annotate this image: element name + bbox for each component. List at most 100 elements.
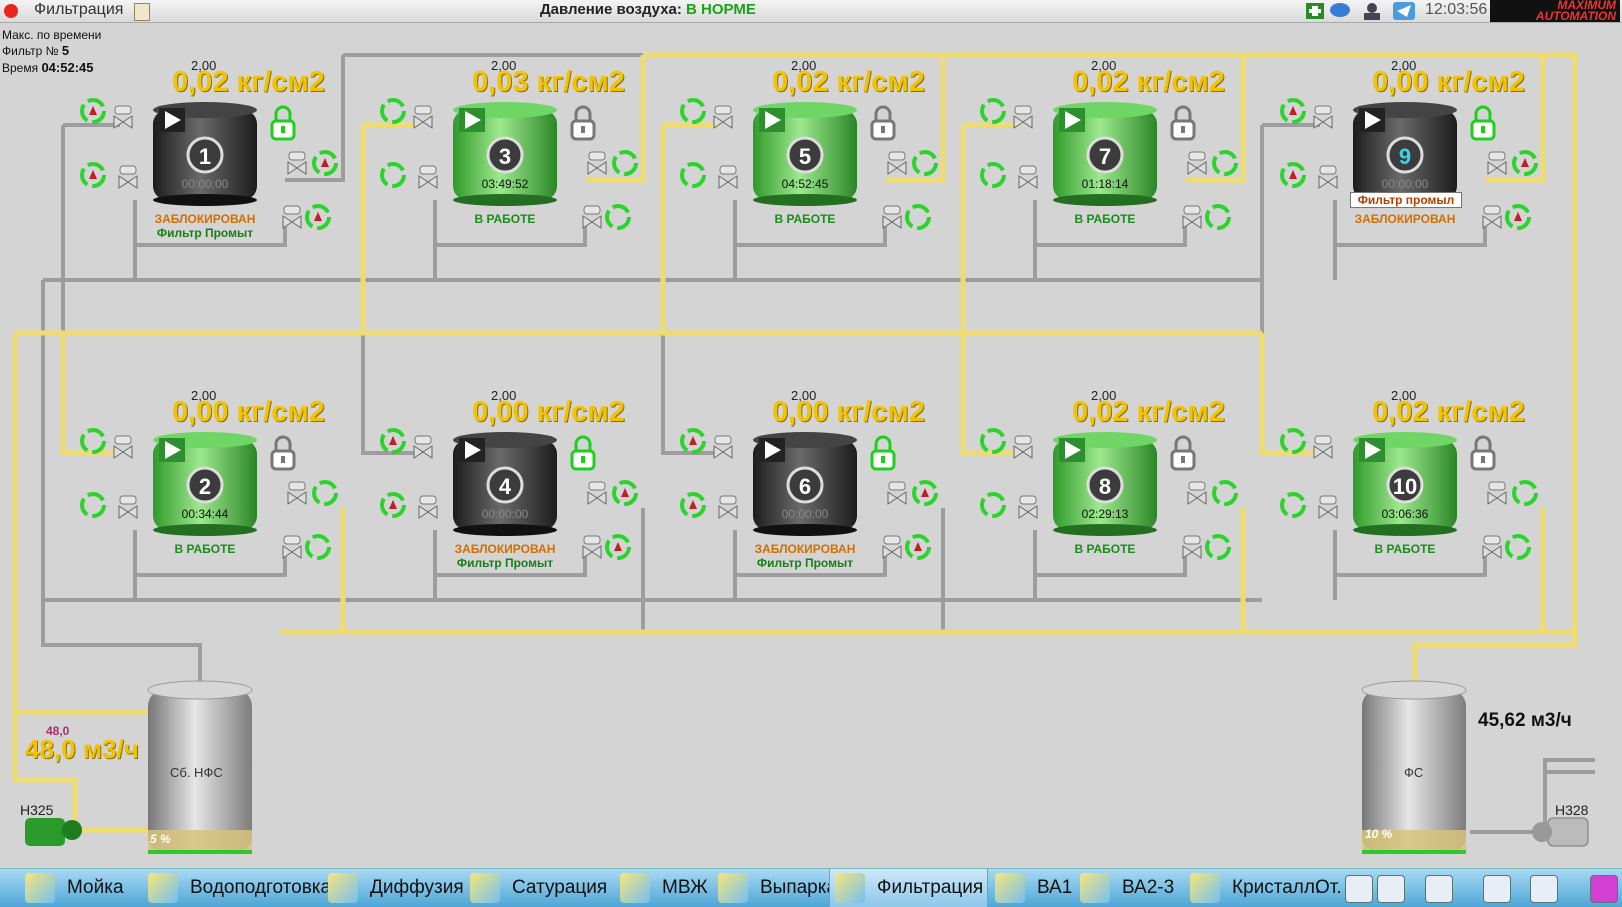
- lock-icon[interactable]: [1170, 105, 1196, 141]
- taskbar-item-1[interactable]: Водоподготовка: [190, 873, 331, 903]
- recycle-icon[interactable]: [380, 492, 406, 518]
- valve-icon[interactable]: [413, 105, 433, 129]
- recycle-icon[interactable]: [1280, 428, 1306, 454]
- taskbar-item-6[interactable]: Фильтрация: [877, 873, 983, 903]
- lock-icon[interactable]: [870, 435, 896, 471]
- report-icon[interactable]: [1345, 875, 1373, 903]
- valve-icon[interactable]: [587, 151, 607, 175]
- play-icon[interactable]: [459, 438, 485, 462]
- valve-icon[interactable]: [282, 535, 302, 559]
- valve-icon[interactable]: [1182, 205, 1202, 229]
- hand-icon[interactable]: [1590, 875, 1618, 903]
- valve-icon[interactable]: [1313, 435, 1333, 459]
- app-icon[interactable]: [1080, 873, 1110, 903]
- worker-icon[interactable]: [1530, 875, 1558, 903]
- recycle-icon[interactable]: [80, 492, 106, 518]
- app-icon[interactable]: [470, 873, 500, 903]
- valve-icon[interactable]: [282, 205, 302, 229]
- recycle-icon[interactable]: [1205, 534, 1231, 560]
- recycle-icon[interactable]: [605, 204, 631, 230]
- recycle-icon[interactable]: [1512, 480, 1538, 506]
- settings-icon[interactable]: [1425, 875, 1453, 903]
- valve-icon[interactable]: [1187, 481, 1207, 505]
- recycle-icon[interactable]: [980, 162, 1006, 188]
- taskbar-item-2[interactable]: Диффузия: [370, 873, 464, 903]
- recycle-icon[interactable]: [312, 480, 338, 506]
- recycle-icon[interactable]: [1505, 534, 1531, 560]
- play-icon[interactable]: [159, 108, 185, 132]
- recycle-icon[interactable]: [380, 428, 406, 454]
- recycle-icon[interactable]: [1280, 98, 1306, 124]
- app-icon[interactable]: [995, 873, 1025, 903]
- taskbar-item-5[interactable]: Выпарка: [760, 873, 837, 903]
- recycle-icon[interactable]: [1512, 150, 1538, 176]
- recycle-icon[interactable]: [312, 150, 338, 176]
- valve-icon[interactable]: [1187, 151, 1207, 175]
- valve-icon[interactable]: [718, 165, 738, 189]
- valve-icon[interactable]: [1018, 165, 1038, 189]
- pump-icon[interactable]: [1532, 817, 1589, 847]
- recycle-icon[interactable]: [380, 98, 406, 124]
- lock-icon[interactable]: [270, 105, 296, 141]
- taskbar-item-4[interactable]: МВЖ: [662, 873, 708, 903]
- valve-icon[interactable]: [118, 165, 138, 189]
- lock-icon[interactable]: [270, 435, 296, 471]
- valve-icon[interactable]: [1487, 151, 1507, 175]
- valve-icon[interactable]: [1182, 535, 1202, 559]
- taskbar-item-3[interactable]: Сатурация: [512, 873, 607, 903]
- recycle-icon[interactable]: [380, 162, 406, 188]
- recycle-icon[interactable]: [912, 150, 938, 176]
- app-icon[interactable]: [328, 873, 358, 903]
- recycle-icon[interactable]: [305, 534, 331, 560]
- valve-icon[interactable]: [1487, 481, 1507, 505]
- app-icon[interactable]: [718, 873, 748, 903]
- valve-icon[interactable]: [882, 535, 902, 559]
- valve-icon[interactable]: [1013, 435, 1033, 459]
- recycle-icon[interactable]: [1212, 480, 1238, 506]
- valve-icon[interactable]: [887, 151, 907, 175]
- recycle-icon[interactable]: [1505, 204, 1531, 230]
- valve-icon[interactable]: [582, 535, 602, 559]
- recycle-icon[interactable]: [912, 480, 938, 506]
- recycle-icon[interactable]: [1205, 204, 1231, 230]
- recycle-icon[interactable]: [80, 98, 106, 124]
- recycle-icon[interactable]: [680, 162, 706, 188]
- valve-icon[interactable]: [418, 165, 438, 189]
- valve-icon[interactable]: [887, 481, 907, 505]
- lock-icon[interactable]: [1470, 435, 1496, 471]
- taskbar-item-8[interactable]: ВА2-3: [1122, 873, 1174, 903]
- play-icon[interactable]: [759, 438, 785, 462]
- app-icon[interactable]: [620, 873, 650, 903]
- recycle-icon[interactable]: [1280, 162, 1306, 188]
- recycle-icon[interactable]: [605, 534, 631, 560]
- pump-icon[interactable]: [25, 818, 82, 846]
- taskbar-item-9[interactable]: Кристалл.: [1232, 873, 1320, 903]
- recycle-icon[interactable]: [612, 480, 638, 506]
- valve-icon[interactable]: [413, 435, 433, 459]
- valve-icon[interactable]: [1318, 165, 1338, 189]
- valve-icon[interactable]: [1482, 535, 1502, 559]
- recycle-icon[interactable]: [305, 204, 331, 230]
- lock-icon[interactable]: [570, 435, 596, 471]
- play-icon[interactable]: [1359, 438, 1385, 462]
- recycle-icon[interactable]: [612, 150, 638, 176]
- recycle-icon[interactable]: [980, 98, 1006, 124]
- recycle-icon[interactable]: [80, 162, 106, 188]
- taskbar-item-0[interactable]: Мойка: [67, 873, 124, 903]
- recycle-icon[interactable]: [980, 428, 1006, 454]
- app-icon[interactable]: [1190, 873, 1220, 903]
- recycle-icon[interactable]: [980, 492, 1006, 518]
- valve-icon[interactable]: [1318, 495, 1338, 519]
- valve-icon[interactable]: [418, 495, 438, 519]
- recycle-icon[interactable]: [905, 534, 931, 560]
- valve-icon[interactable]: [713, 105, 733, 129]
- lock-icon[interactable]: [570, 105, 596, 141]
- valve-icon[interactable]: [718, 495, 738, 519]
- valve-icon[interactable]: [113, 435, 133, 459]
- valve-icon[interactable]: [287, 151, 307, 175]
- valve-icon[interactable]: [287, 481, 307, 505]
- lock-icon[interactable]: [1170, 435, 1196, 471]
- app-icon[interactable]: [835, 873, 865, 903]
- valve-icon[interactable]: [1018, 495, 1038, 519]
- recycle-icon[interactable]: [1280, 492, 1306, 518]
